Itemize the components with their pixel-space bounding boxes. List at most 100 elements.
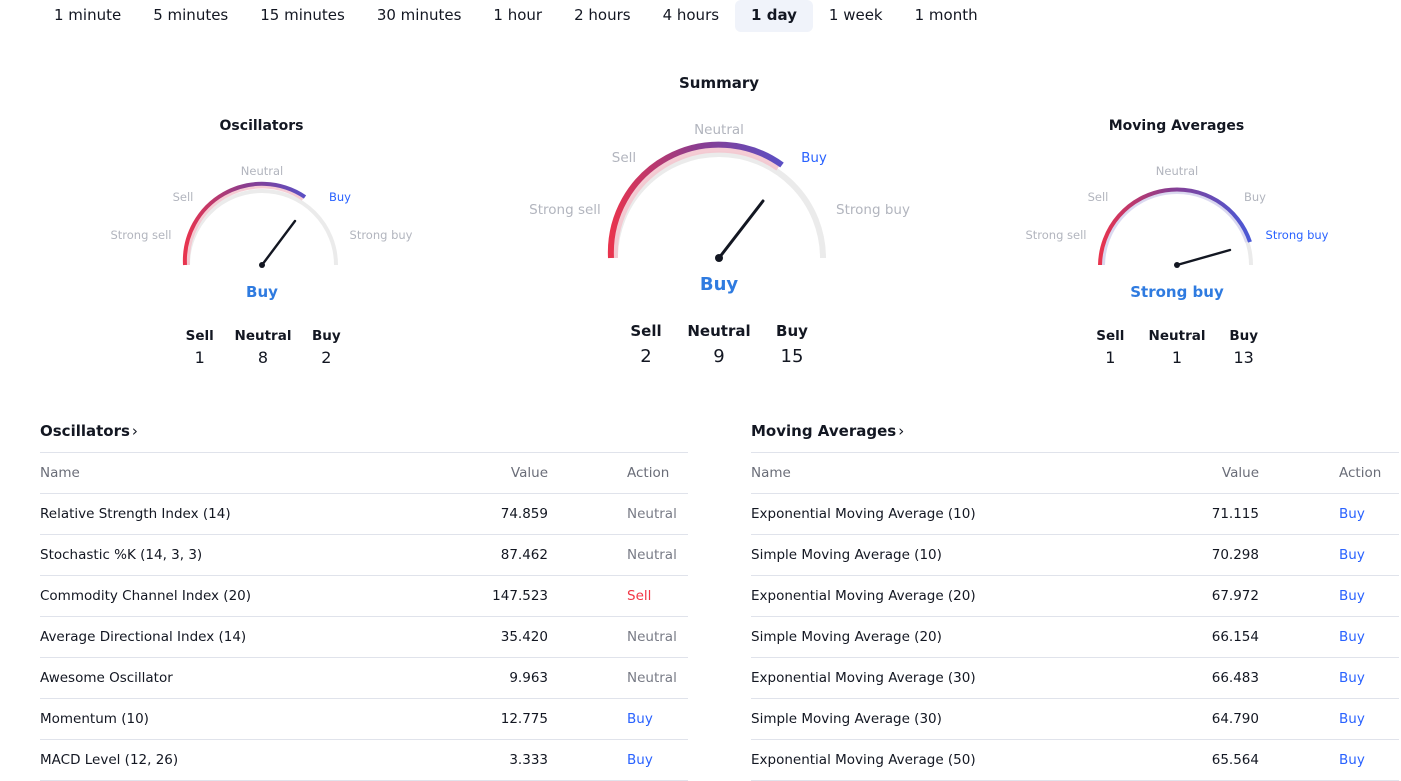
col-name-header: Name xyxy=(751,465,791,481)
tab-30-minutes[interactable]: 30 minutes xyxy=(361,0,478,32)
indicator-action: Buy xyxy=(627,752,653,768)
indicator-value: 70.298 xyxy=(1211,547,1259,563)
indicator-name[interactable]: Momentum (10) xyxy=(40,699,149,739)
oscillators-counts: Sell 1 Neutral 8 Buy 2 xyxy=(168,328,358,367)
table-row: MACD Level (12, 26) 3.333 Buy xyxy=(40,740,688,781)
moving-averages-scale-strong-buy: Strong buy xyxy=(1266,228,1329,242)
oscillators-result: Buy xyxy=(246,283,278,301)
table-row: Exponential Moving Average (20) 67.972 Buy xyxy=(751,576,1399,617)
oscillators-gauge: Oscillators Strong sell Sell Neutral Buy… xyxy=(100,115,423,375)
summary-counts: Sell 2 Neutral 9 Buy 15 xyxy=(609,322,829,367)
table-row: Exponential Moving Average (50) 65.564 Buy xyxy=(751,740,1399,781)
indicator-action: Buy xyxy=(1339,711,1365,727)
summary-scale-strong-buy: Strong buy xyxy=(836,202,910,218)
indicator-action: Buy xyxy=(1339,588,1365,604)
indicator-name[interactable]: Exponential Moving Average (30) xyxy=(751,658,976,698)
indicator-action: Neutral xyxy=(627,547,677,563)
indicator-name[interactable]: Exponential Moving Average (50) xyxy=(751,740,976,780)
col-value-header: Value xyxy=(510,465,548,481)
tab-5-minutes[interactable]: 5 minutes xyxy=(137,0,244,32)
indicator-value: 87.462 xyxy=(500,547,548,563)
table-row: Relative Strength Index (14) 74.859 Neutra… xyxy=(40,494,688,535)
indicator-name[interactable]: MACD Level (12, 26) xyxy=(40,740,178,780)
indicator-action: Buy xyxy=(1339,547,1365,563)
tab-1-minute[interactable]: 1 minute xyxy=(38,0,137,32)
summary-scale-strong-sell: Strong sell xyxy=(529,202,601,218)
indicator-name[interactable]: Simple Moving Average (10) xyxy=(751,535,942,575)
tab-1-month[interactable]: 1 month xyxy=(899,0,994,32)
oscillators-buy-label: Buy xyxy=(311,328,341,344)
table-row: Stochastic %K (14, 3, 3) 87.462 Neutral xyxy=(40,535,688,576)
indicator-action: Buy xyxy=(1339,629,1365,645)
tab-2-hours[interactable]: 2 hours xyxy=(558,0,646,32)
indicator-value: 66.483 xyxy=(1211,670,1259,686)
moving-averages-table: Moving Averages › Name Value Action Expon… xyxy=(751,416,1399,781)
oscillators-buy-count: 2 xyxy=(321,348,332,367)
indicator-name[interactable]: Stochastic %K (14, 3, 3) xyxy=(40,535,202,575)
indicator-action: Neutral xyxy=(627,506,677,522)
oscillators-table-header: Name Value Action xyxy=(40,453,688,494)
indicator-value: 74.859 xyxy=(500,506,548,522)
moving-averages-sell-count: 1 xyxy=(1105,348,1116,367)
table-row: Commodity Channel Index (20) 147.523 Sell xyxy=(40,576,688,617)
moving-averages-scale-sell: Sell xyxy=(1088,190,1109,204)
oscillators-neutral-label: Neutral xyxy=(234,328,292,344)
indicator-name[interactable]: Relative Strength Index (14) xyxy=(40,494,231,534)
indicator-value: 71.115 xyxy=(1211,506,1259,522)
indicator-name[interactable]: Simple Moving Average (20) xyxy=(751,617,942,657)
indicator-name[interactable]: Awesome Oscillator xyxy=(40,658,173,698)
moving-averages-counts: Sell 1 Neutral 1 Buy 13 xyxy=(1077,328,1277,367)
summary-buy-label: Buy xyxy=(776,322,808,340)
tab-15-minutes[interactable]: 15 minutes xyxy=(244,0,361,32)
indicator-value: 3.333 xyxy=(509,752,548,768)
oscillators-table: Oscillators › Name Value Action Relative … xyxy=(40,416,688,781)
indicator-name[interactable]: Exponential Moving Average (20) xyxy=(751,576,976,616)
moving-averages-table-title[interactable]: Moving Averages › xyxy=(751,416,1399,453)
summary-neutral-label: Neutral xyxy=(687,322,751,340)
summary-scale-sell: Sell xyxy=(612,150,636,166)
moving-averages-table-header: Name Value Action xyxy=(751,453,1399,494)
col-name-header: Name xyxy=(40,465,80,481)
indicator-action: Buy xyxy=(627,711,653,727)
summary-needle xyxy=(717,199,765,260)
indicator-name[interactable]: Exponential Moving Average (10) xyxy=(751,494,976,534)
indicator-value: 147.523 xyxy=(492,588,548,604)
col-value-header: Value xyxy=(1221,465,1259,481)
col-action-header: Action xyxy=(1339,465,1382,481)
summary-sell-count: 2 xyxy=(640,346,652,367)
table-row: Exponential Moving Average (30) 66.483 Buy xyxy=(751,658,1399,699)
indicator-action: Sell xyxy=(627,588,652,604)
summary-scale-neutral: Neutral xyxy=(694,122,744,138)
oscillators-scale-neutral: Neutral xyxy=(241,164,283,178)
tab-4-hours[interactable]: 4 hours xyxy=(647,0,735,32)
moving-averages-buy-label: Buy xyxy=(1229,328,1259,344)
tab-1-hour[interactable]: 1 hour xyxy=(477,0,558,32)
oscillators-scale-strong-buy: Strong buy xyxy=(350,228,413,242)
indicator-name[interactable]: Simple Moving Average (30) xyxy=(751,699,942,739)
moving-averages-gauge: Moving Averages Strong sell Sell Neutral… xyxy=(1015,115,1338,375)
summary-sell-label: Sell xyxy=(630,322,662,340)
col-action-header: Action xyxy=(627,465,670,481)
chevron-right-icon: › xyxy=(898,422,905,440)
tab-1-day[interactable]: 1 day xyxy=(735,0,813,32)
oscillators-scale-strong-sell: Strong sell xyxy=(110,228,171,242)
indicator-value: 64.790 xyxy=(1211,711,1259,727)
table-row: Simple Moving Average (30) 64.790 Buy xyxy=(751,699,1399,740)
indicator-value: 65.564 xyxy=(1211,752,1259,768)
oscillators-table-title[interactable]: Oscillators › xyxy=(40,416,688,453)
summary-result: Buy xyxy=(700,274,739,295)
oscillators-sell-count: 1 xyxy=(194,348,205,367)
indicator-name[interactable]: Average Directional Index (14) xyxy=(40,617,246,657)
table-row: Simple Moving Average (20) 66.154 Buy xyxy=(751,617,1399,658)
summary-buy-count: 15 xyxy=(780,346,804,367)
moving-averages-scale-strong-sell: Strong sell xyxy=(1025,228,1086,242)
indicator-name[interactable]: Commodity Channel Index (20) xyxy=(40,576,251,616)
table-row: Momentum (10) 12.775 Buy xyxy=(40,699,688,740)
table-row: Average Directional Index (14) 35.420 Neut… xyxy=(40,617,688,658)
indicator-action: Neutral xyxy=(627,629,677,645)
moving-averages-sell-label: Sell xyxy=(1096,328,1125,344)
indicator-action: Buy xyxy=(1339,670,1365,686)
table-row: Awesome Oscillator 9.963 Neutral xyxy=(40,658,688,699)
oscillators-scale-sell: Sell xyxy=(173,190,194,204)
tab-1-week[interactable]: 1 week xyxy=(813,0,899,32)
